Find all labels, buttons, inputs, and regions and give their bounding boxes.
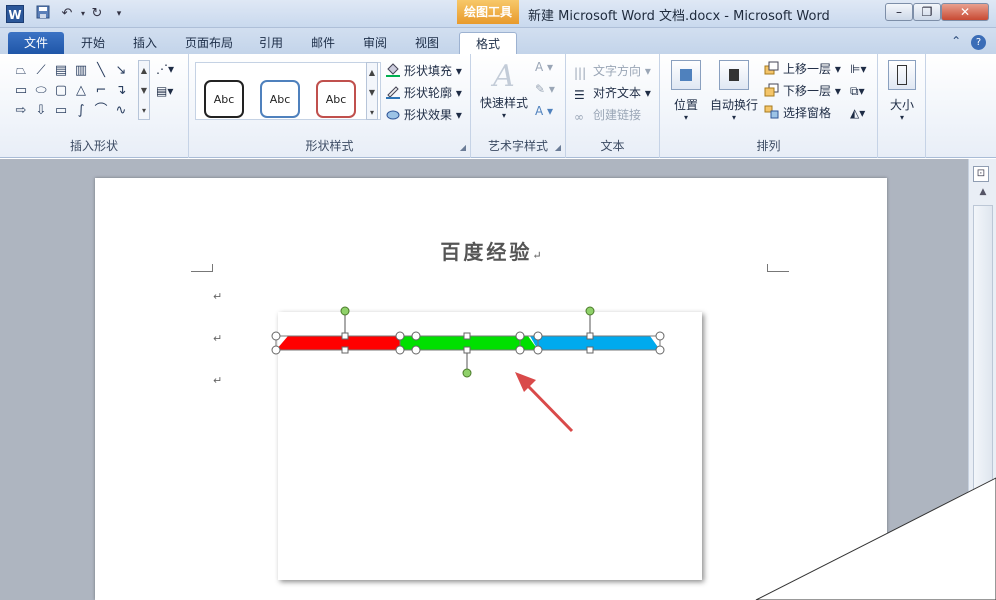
rotation-handle[interactable] bbox=[585, 306, 595, 316]
rotation-handle[interactable] bbox=[340, 306, 350, 316]
shapes-overlay bbox=[271, 306, 996, 600]
page-curl-decoration bbox=[755, 477, 996, 600]
blue-bar-shape[interactable] bbox=[530, 336, 660, 350]
rotation-handle[interactable] bbox=[462, 368, 472, 378]
annotation-arrow-icon bbox=[515, 372, 574, 433]
